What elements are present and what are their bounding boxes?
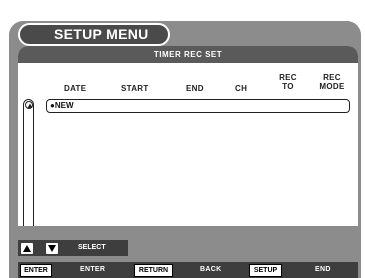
column-rec-to-line2: TO bbox=[282, 82, 294, 91]
column-ch: CH bbox=[235, 84, 248, 93]
setup-menu-title: SETUP MENU bbox=[18, 23, 170, 46]
column-rec-mode-line1: REC bbox=[323, 73, 341, 82]
enter-key[interactable]: ENTER bbox=[20, 264, 52, 277]
column-rec-to: REC TO bbox=[277, 73, 299, 91]
select-hint-label: SELECT bbox=[78, 244, 106, 251]
timer-rec-panel: TIMER REC SET DATE START END CH REC TO R… bbox=[18, 46, 358, 226]
arrow-up-icon bbox=[27, 103, 33, 108]
column-end: END bbox=[186, 84, 204, 93]
column-rec-mode-line2: MODE bbox=[319, 82, 345, 91]
return-key[interactable]: RETURN bbox=[134, 264, 173, 277]
scroll-up-button[interactable] bbox=[25, 101, 33, 109]
setup-action-label: END bbox=[315, 266, 331, 273]
key-guide-bar bbox=[18, 262, 358, 278]
select-bar bbox=[18, 240, 128, 256]
return-action-label: BACK bbox=[200, 266, 222, 273]
column-rec-to-line1: REC bbox=[279, 73, 297, 82]
triangle-up-icon bbox=[23, 245, 31, 252]
list-item-new-timer[interactable]: ●NEW bbox=[46, 99, 350, 113]
setup-key[interactable]: SETUP bbox=[249, 264, 282, 277]
up-key[interactable] bbox=[21, 243, 33, 254]
down-key[interactable] bbox=[46, 243, 58, 254]
enter-action-label: ENTER bbox=[80, 266, 106, 273]
column-start: START bbox=[121, 84, 149, 93]
triangle-down-icon bbox=[48, 245, 56, 252]
column-rec-mode: REC MODE bbox=[316, 73, 348, 91]
scrollbar[interactable] bbox=[23, 99, 34, 226]
column-date: DATE bbox=[64, 84, 87, 93]
panel-title: TIMER REC SET bbox=[18, 46, 358, 63]
